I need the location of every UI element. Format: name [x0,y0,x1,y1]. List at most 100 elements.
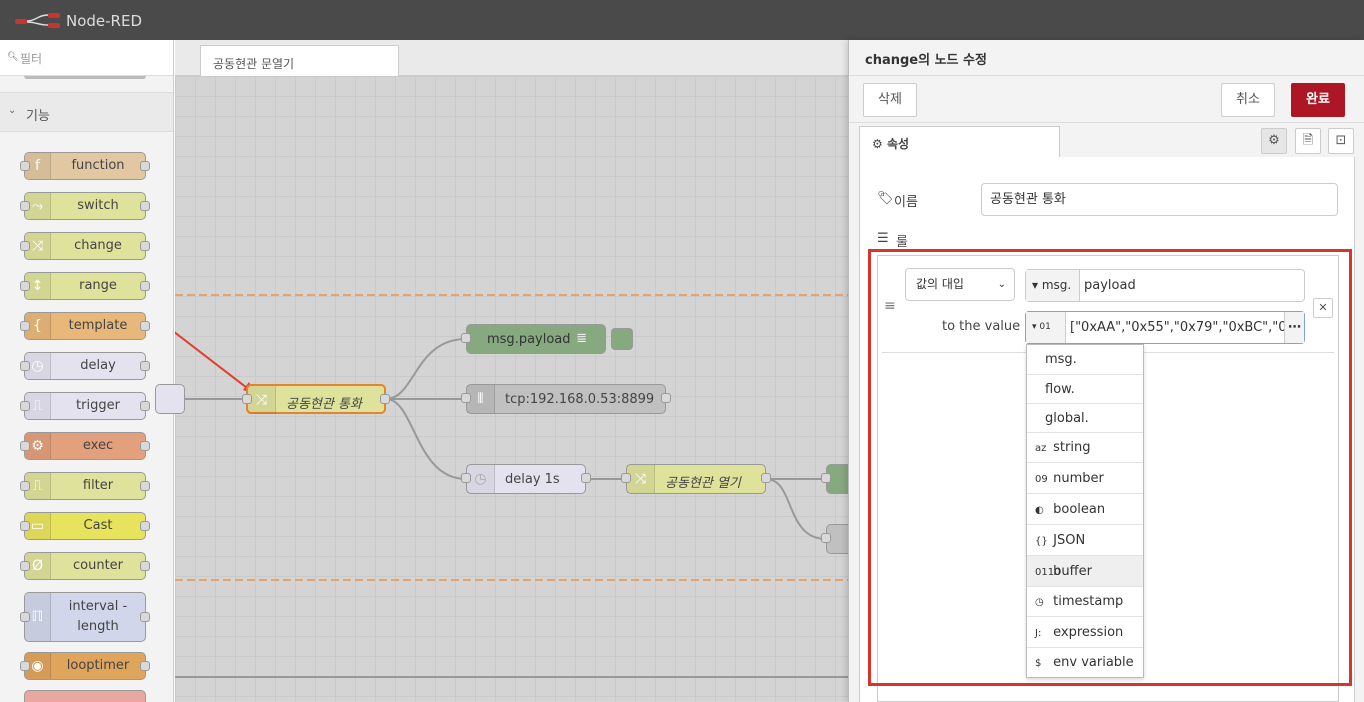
search-icon: 🔍︎ [7,52,19,62]
description-tab-icon[interactable]: 🗎︎ [1295,128,1321,154]
name-label: 이름 [894,195,918,210]
output-port [140,201,150,211]
cancel-button[interactable]: 취소 [1221,83,1275,117]
appearance-tab-icon[interactable]: ⊡ [1328,128,1354,154]
flow-node-tcp[interactable]: ⦀ tcp:192.168.0.53:8899 [461,384,671,414]
input-port[interactable] [461,333,471,343]
shuffle-icon: ⤨ [627,465,655,493]
input-port [20,661,30,671]
input-port[interactable] [242,394,252,404]
input-port [20,281,30,291]
output-port [140,521,150,531]
node-label: msg.payload [487,332,571,347]
flow-node-change[interactable]: ⤨ 공동현관 열기 [621,464,771,494]
node-label: counter [72,558,124,573]
node-label: 공동현관 통화 [286,397,362,412]
output-port [140,441,150,451]
input-port[interactable] [621,473,631,483]
node-label: filter [82,478,114,493]
output-port [140,321,150,331]
input-port [20,201,30,211]
node-label: function [71,158,125,173]
output-port [140,401,150,411]
list-icon: ☰ [877,231,889,246]
palette-node-template[interactable]: {template [20,312,150,340]
input-port[interactable] [461,473,471,483]
node-red-logo-icon [15,13,60,28]
input-port [20,241,30,251]
workspace: 공동현관 문열기 ⤨ 공동현관 통화 msg.payload ≣ ⦀ tcp:1… [155,40,866,702]
tab-properties[interactable]: ⚙ 속성 [859,126,1060,159]
highlight-box [868,249,1352,686]
input-port [20,481,30,491]
output-port[interactable] [581,473,591,483]
node-label: 공동현관 열기 [665,476,741,491]
node-label: range [79,278,117,293]
output-port [140,161,150,171]
flow-node-delay[interactable]: ◷ delay 1s [461,464,591,494]
debug-toggle-button[interactable] [611,328,633,350]
node-palette: 🔍︎ 필터 ⌄ 기능 f function ⤳ switch ⤨ change ↕ range… [0,40,174,702]
palette-node-looptimer[interactable]: ◉ looptimer [20,652,150,680]
palette-node-filter[interactable]: ⎍ filter [20,472,150,500]
done-button[interactable]: 완료 [1291,83,1345,117]
flow-node-partial[interactable] [155,384,185,414]
node-label: interval - [68,599,128,614]
palette-node-function[interactable]: f function [20,152,150,180]
flow-node-debug[interactable]: msg.payload ≣ [461,324,633,354]
output-port[interactable] [661,393,671,403]
output-port[interactable] [380,394,390,404]
delete-button[interactable]: 삭제 [863,83,917,117]
tag-icon: 🏷︎ [877,191,894,206]
output-port[interactable] [761,473,771,483]
palette-node-range[interactable]: ↕ range [20,272,150,300]
filter-placeholder: 필터 [20,52,43,66]
node-label: template [68,318,128,333]
app-title: Node-RED [66,12,143,30]
rules-label: 룰 [896,235,908,250]
flow-node-change[interactable]: ⤨ 공동현관 통화 [242,384,390,414]
palette-node-partial [24,76,146,79]
input-port[interactable] [821,473,831,483]
settings-tab-icon[interactable]: ⚙ [1261,128,1287,154]
node-label: exec [82,438,114,453]
node-label: tcp:192.168.0.53:8899 [505,392,655,407]
output-port [140,361,150,371]
input-port [20,561,30,571]
input-port [20,361,30,371]
shuffle-icon: ⤨ [248,386,276,414]
palette-node-delay[interactable]: ◷ delay [20,352,150,380]
category-label: 기능 [26,109,50,124]
palette-node-exec[interactable]: ⚙ exec [20,432,150,460]
edit-tray-toolbar: 삭제 취소 완료 [849,75,1364,123]
node-label: length [77,619,119,634]
node-label: looptimer [66,658,130,673]
palette-node-cast[interactable]: ▭ Cast [20,512,150,540]
flow-wires [175,294,848,678]
palette-node-switch[interactable]: ⤳ switch [20,192,150,220]
palette-node-trigger[interactable]: ⎍ trigger [20,392,150,420]
node-label: delay 1s [505,472,560,487]
node-label: trigger [76,398,120,413]
edit-tray-tabs: ⚙ 속성 ⚙ 🗎︎ ⊡ [859,126,1355,159]
input-port [20,521,30,531]
category-header-function[interactable]: ⌄ 기능 [0,92,173,132]
bridge-icon: ⦀ [467,385,495,413]
palette-filter[interactable]: 🔍︎ 필터 [0,40,173,76]
gear-icon: ⚙ [872,137,887,151]
input-port[interactable] [821,533,831,543]
node-label: Cast [83,518,113,533]
input-port [20,161,30,171]
output-port [140,241,150,251]
input-port [20,321,30,331]
palette-node-counter[interactable]: Øcounter [20,552,150,580]
output-port [140,281,150,291]
name-input[interactable]: 공동현관 통화 [981,183,1338,216]
tab-properties-label: 속성 [886,137,910,151]
input-port[interactable] [461,393,471,403]
palette-node-interval[interactable]: ℿinterval - length [20,592,150,642]
header-bar: Node-RED [0,0,1364,40]
palette-node-change[interactable]: ⤨ change [20,232,150,260]
palette-node-partial[interactable] [24,690,146,702]
input-port [20,401,30,411]
